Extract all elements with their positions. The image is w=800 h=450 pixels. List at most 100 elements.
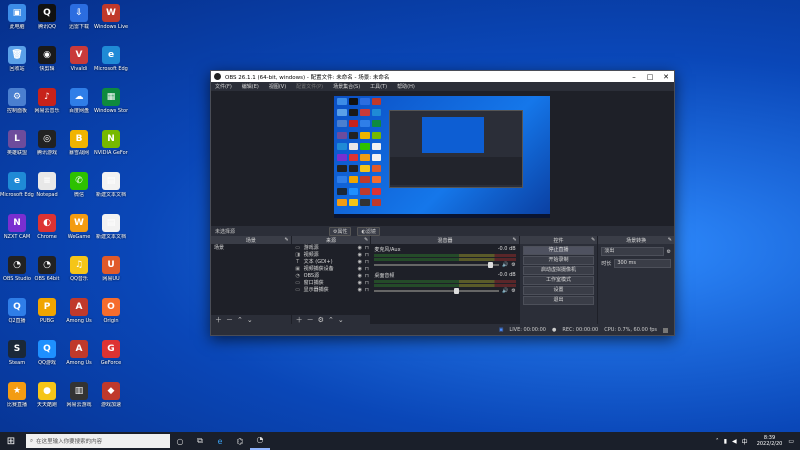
clock[interactable]: 8:39 2022/2/20 bbox=[757, 435, 783, 447]
menu-tools[interactable]: 工具(T) bbox=[370, 83, 387, 90]
eye-icon[interactable]: ◉ bbox=[356, 252, 363, 258]
desktop-icon[interactable]: W WeGame bbox=[62, 214, 96, 240]
exit-button[interactable]: 退出 bbox=[522, 296, 595, 305]
taskbar-search[interactable]: ⌕ 在这里输入你要搜索的内容 bbox=[26, 434, 170, 448]
desktop-icon[interactable]: ◔ OBS Studio bbox=[0, 256, 34, 282]
desktop-icon[interactable]: ⇩ 迅雷下载 bbox=[62, 4, 96, 30]
lock-icon[interactable]: ⊓ bbox=[363, 280, 370, 286]
maximize-button[interactable]: □ bbox=[642, 73, 658, 81]
desktop-icon[interactable]: G GeForce bbox=[94, 340, 128, 366]
desktop-icon[interactable]: L 英雄联盟 bbox=[0, 130, 34, 156]
lock-icon[interactable]: ⊓ bbox=[363, 245, 370, 251]
start-recording-button[interactable]: 开始录制 bbox=[522, 256, 595, 265]
desktop-icon[interactable]: ◎ 腾讯游戏 bbox=[30, 130, 64, 156]
start-virtual-camera-button[interactable]: 启动虚拟摄像机 bbox=[522, 266, 595, 275]
title-bar[interactable]: OBS 26.1.1 (64-bit, windows) - 配置文件: 未命名… bbox=[211, 71, 674, 82]
desktop-icon[interactable]: ★ 比赛直播 bbox=[0, 382, 34, 408]
move-down-icon[interactable]: ⌄ bbox=[338, 316, 344, 324]
desktop-icon[interactable]: Q 腾讯QQ bbox=[30, 4, 64, 30]
desktop-icon[interactable]: V Vivaldi bbox=[62, 46, 96, 72]
volume-slider[interactable] bbox=[374, 288, 499, 294]
eye-icon[interactable]: ◉ bbox=[356, 266, 363, 272]
move-up-icon[interactable]: ⌃ bbox=[237, 316, 243, 324]
desktop-icon[interactable]: U 网易UU bbox=[94, 256, 128, 282]
menu-edit[interactable]: 编辑(E) bbox=[242, 83, 259, 90]
settings-button[interactable]: 设置 bbox=[522, 286, 595, 295]
eye-icon[interactable]: ◉ bbox=[356, 287, 363, 293]
source-item[interactable]: ▭ 游戏源 ◉ ⊓ bbox=[292, 244, 371, 252]
lock-icon[interactable]: ⊓ bbox=[363, 273, 370, 279]
eye-icon[interactable]: ◉ bbox=[356, 245, 363, 251]
eye-icon[interactable]: ◉ bbox=[356, 280, 363, 286]
desktop-icon[interactable]: ◆ 游戏加速 bbox=[94, 382, 128, 408]
input-method-icon[interactable]: 中 bbox=[742, 437, 748, 446]
speaker-icon[interactable]: 🔊 bbox=[502, 288, 508, 294]
stop-streaming-button[interactable]: 停止直播 bbox=[522, 246, 595, 255]
lock-icon[interactable]: ⊓ bbox=[363, 259, 370, 265]
close-button[interactable]: ✕ bbox=[658, 73, 674, 81]
desktop-icon[interactable]: N NZXT CAM bbox=[0, 214, 34, 240]
desktop-icon[interactable]: e Microsoft Edge bbox=[0, 172, 34, 198]
source-item[interactable]: ▭ 窗口捕获 ◉ ⊓ bbox=[292, 279, 371, 287]
transition-select[interactable]: 淡出 bbox=[601, 247, 664, 256]
slider-knob[interactable] bbox=[487, 262, 493, 268]
obs-taskbar-icon[interactable]: ◔ bbox=[250, 432, 270, 450]
speaker-icon[interactable]: 🔊 bbox=[502, 262, 508, 268]
desktop-icon[interactable]: ● 天天酷跑 bbox=[30, 382, 64, 408]
desktop-icon[interactable]: ▤ 新建文本文档 bbox=[94, 214, 128, 240]
menu-help[interactable]: 帮助(H) bbox=[397, 83, 415, 90]
windows-start-icon[interactable]: ⊞ bbox=[0, 436, 22, 447]
desktop-icon[interactable]: ▥ 网易云游戏 bbox=[62, 382, 96, 408]
source-item[interactable]: T 文本 (GDI+) ◉ ⊓ bbox=[292, 258, 371, 266]
eye-icon[interactable]: ◉ bbox=[356, 273, 363, 279]
desktop-icon[interactable]: ⚙ 控制面板 bbox=[0, 88, 34, 114]
scenes-list[interactable]: 场景 bbox=[211, 244, 291, 315]
remove-icon[interactable]: － bbox=[307, 315, 314, 325]
dock-settings-icon[interactable]: ✎ bbox=[668, 237, 672, 243]
gear-icon[interactable]: ⚙ bbox=[667, 249, 671, 255]
desktop-icon[interactable]: Q Q2直播 bbox=[0, 298, 34, 324]
desktop-icon[interactable]: B 暴雪战网 bbox=[62, 130, 96, 156]
eye-icon[interactable]: ◉ bbox=[356, 259, 363, 265]
sources-list[interactable]: ▭ 游戏源 ◉ ⊓ ◨ 视频源 ◉ ⊓ T 文本 (GDI+) ◉ ⊓ ▣ 视频捕获设备 ◉ ⊓ ◔ OBS源 ◉ ⊓… bbox=[291, 244, 371, 315]
source-item[interactable]: ◨ 视频源 ◉ ⊓ bbox=[292, 251, 371, 259]
desktop-icon[interactable]: P PUBG bbox=[30, 298, 64, 324]
menu-view[interactable]: 视图(V) bbox=[269, 83, 286, 90]
desktop-icon[interactable]: ◉ 快剪辑 bbox=[30, 46, 64, 72]
volume-icon[interactable]: ◀ bbox=[732, 438, 737, 445]
task-view-icon[interactable]: ⧉ bbox=[190, 436, 210, 446]
dock-settings-icon[interactable]: ✎ bbox=[284, 237, 288, 243]
desktop-icon[interactable]: ▣ 此电脑 bbox=[0, 4, 34, 30]
move-up-icon[interactable]: ⌃ bbox=[328, 316, 334, 324]
desktop-icon[interactable]: A Among Us bbox=[62, 298, 96, 324]
source-item[interactable]: ▣ 视频捕获设备 ◉ ⊓ bbox=[292, 265, 371, 273]
desktop-icon[interactable]: ☁ 百度网盘 bbox=[62, 88, 96, 114]
add-icon[interactable]: ＋ bbox=[296, 315, 303, 325]
desktop-icon[interactable]: O Origin bbox=[94, 298, 128, 324]
gear-icon[interactable]: ⚙ bbox=[511, 288, 515, 294]
desktop-icon[interactable]: W Windows Live bbox=[94, 4, 128, 30]
desktop-icon[interactable]: ▤ 新建文本文档 bbox=[94, 172, 128, 198]
edge-taskbar-icon[interactable]: e bbox=[210, 437, 230, 446]
slider-knob[interactable] bbox=[453, 288, 459, 294]
dock-settings-icon[interactable]: ✎ bbox=[364, 237, 368, 243]
volume-slider[interactable] bbox=[374, 262, 499, 268]
scene-item[interactable]: 场景 bbox=[211, 244, 291, 251]
chevron-up-icon[interactable]: ˄ bbox=[716, 438, 719, 445]
desktop-icon[interactable]: A Among Us bbox=[62, 340, 96, 366]
cortana-icon[interactable]: ○ bbox=[170, 437, 190, 446]
gear-icon[interactable]: ⚙ bbox=[318, 316, 324, 324]
minimize-button[interactable]: – bbox=[626, 73, 642, 81]
filters-button[interactable]: ◐滤镜 bbox=[357, 226, 380, 236]
desktop-icon[interactable]: ▦ Windows Store bbox=[94, 88, 128, 114]
preview-area[interactable] bbox=[211, 92, 674, 226]
desktop-icon[interactable]: ♪ 网易云音乐 bbox=[30, 88, 64, 114]
desktop-icon[interactable]: e Microsoft Edge bbox=[94, 46, 128, 72]
gear-icon[interactable]: ⚙ bbox=[511, 262, 515, 268]
steam-taskbar-icon[interactable]: ⌬ bbox=[230, 437, 250, 446]
notification-icon[interactable]: ▭ bbox=[788, 438, 794, 445]
desktop-icon[interactable]: Q QQ游戏 bbox=[30, 340, 64, 366]
studio-mode-button[interactable]: 工作室模式 bbox=[522, 276, 595, 285]
desktop-icon[interactable]: ✆ 微信 bbox=[62, 172, 96, 198]
add-icon[interactable]: ＋ bbox=[215, 315, 222, 325]
